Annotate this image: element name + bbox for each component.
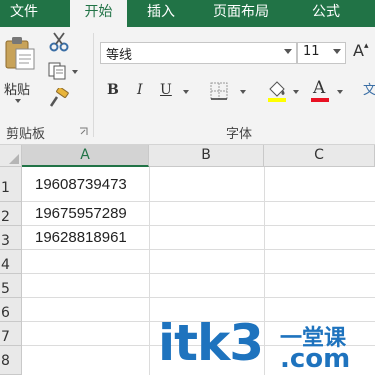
tab-file[interactable]: 文件 [10, 0, 38, 27]
column-header-c[interactable]: C [264, 145, 375, 167]
font-color-button[interactable]: A [310, 78, 330, 102]
chevron-down-icon [333, 49, 341, 54]
watermark-domain: itk3 [158, 314, 264, 372]
cell-a1[interactable]: 19608739473 [35, 176, 127, 193]
font-color-dropdown-arrow[interactable] [337, 90, 343, 94]
column-header-a[interactable]: A [22, 145, 149, 167]
grid-line [22, 297, 375, 298]
tab-formulas[interactable]: 公式 [312, 0, 340, 27]
font-name-combo[interactable]: 等线 [100, 42, 297, 64]
cell-a3[interactable]: 19628818961 [35, 229, 127, 246]
underline-button[interactable]: U [160, 82, 172, 98]
column-header-b[interactable]: B [149, 145, 264, 167]
grow-font-button[interactable]: A▴ [353, 41, 368, 60]
tab-page-layout[interactable]: 页面布局 [213, 0, 269, 27]
grow-font-label: A [353, 41, 364, 60]
font-size-combo[interactable]: 11 [297, 42, 346, 64]
row-header-5[interactable]: 5 [0, 274, 22, 298]
copy-icon[interactable] [47, 61, 69, 81]
paste-dropdown-arrow[interactable] [15, 99, 21, 103]
grid-line [22, 225, 375, 226]
ribbon-tab-bar: 文件 开始 插入 页面布局 公式 [0, 0, 375, 29]
font-color-swatch [311, 98, 329, 102]
dialog-launcher-icon[interactable] [79, 127, 88, 136]
border-icon[interactable] [210, 82, 228, 100]
ribbon: 粘贴 剪贴板 等线 11 A▴ B I U A 文 字体 [0, 27, 375, 145]
tab-insert[interactable]: 插入 [147, 0, 175, 27]
format-painter-icon[interactable] [48, 88, 70, 108]
fill-color-icon[interactable] [266, 79, 288, 103]
row-header-1[interactable]: 1 [0, 167, 22, 202]
fill-color-dropdown-arrow[interactable] [293, 90, 299, 94]
grid-line [22, 273, 375, 274]
row-header-3[interactable]: 3 [0, 226, 22, 250]
caret-up-icon: ▴ [363, 41, 369, 51]
scissors-icon[interactable] [48, 32, 70, 52]
font-group-label: 字体 [226, 127, 253, 142]
row-header-4[interactable]: 4 [0, 250, 22, 274]
grid-line [22, 201, 375, 202]
paste-label: 粘贴 [4, 83, 31, 98]
italic-button[interactable]: I [137, 82, 143, 98]
chevron-down-icon [284, 49, 292, 54]
grid-line [22, 249, 375, 250]
underline-dropdown-arrow[interactable] [183, 90, 189, 94]
tab-home[interactable]: 开始 [70, 0, 127, 29]
copy-dropdown-arrow[interactable] [72, 70, 78, 74]
select-all-triangle-icon [9, 154, 19, 164]
select-all-corner[interactable] [0, 145, 22, 167]
row-header-7[interactable]: 7 [0, 322, 22, 346]
cell-a2[interactable]: 19675957289 [35, 205, 127, 222]
svg-text:文: 文 [363, 83, 375, 98]
phonetic-icon[interactable]: 文 [363, 80, 375, 100]
bold-button[interactable]: B [107, 82, 119, 98]
clipboard-paste-icon [5, 37, 35, 70]
row-header-2[interactable]: 2 [0, 202, 22, 226]
row-header-6[interactable]: 6 [0, 298, 22, 322]
grid-line [149, 167, 150, 375]
font-name-value: 等线 [106, 48, 133, 63]
border-dropdown-arrow[interactable] [240, 90, 246, 94]
font-color-letter: A [313, 78, 326, 98]
font-size-value: 11 [303, 44, 320, 59]
row-header-8[interactable]: 8 [0, 346, 22, 375]
clipboard-group-label: 剪贴板 [6, 127, 46, 142]
grid-line [264, 167, 265, 375]
watermark-dot-com: .com [280, 344, 351, 374]
group-separator [93, 33, 94, 137]
